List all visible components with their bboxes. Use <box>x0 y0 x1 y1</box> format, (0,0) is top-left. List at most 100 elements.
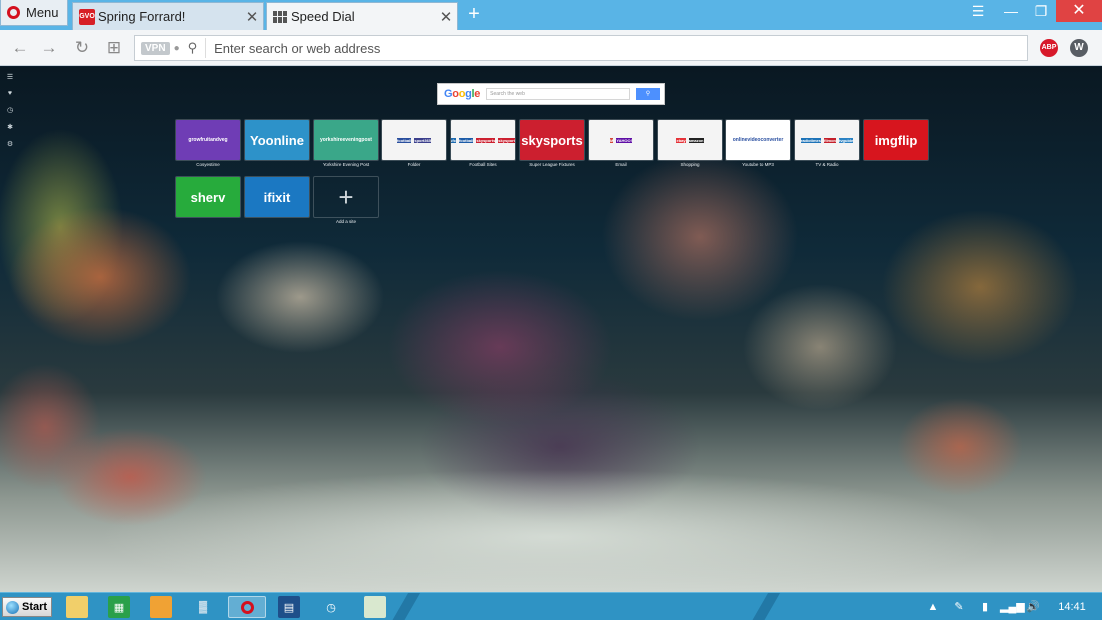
speed-dial-thumbnail[interactable]: sherv <box>176 177 240 217</box>
settings-icon[interactable]: ⚙ <box>4 140 16 148</box>
thumbnail-site-name: sherv <box>190 189 226 205</box>
speed-dial-tile[interactable]: radiotimes filmon tvguide TV & Radio <box>795 120 859 167</box>
history-icon[interactable]: ◷ <box>4 106 16 114</box>
speed-dial-thumbnail[interactable]: football sport365 <box>382 120 446 160</box>
speed-dial-grid-icon <box>273 10 287 23</box>
speed-dial-caption: Shopping <box>680 162 700 167</box>
speed-dial-caption: Cosyestime <box>196 162 220 167</box>
google-search-box: Google Search the web ⚲ <box>437 83 665 105</box>
heart-icon[interactable]: ♥ <box>4 90 16 97</box>
wifi-signal-icon[interactable]: ▂▄▆ <box>1000 598 1025 616</box>
folder-mini-thumbnail: radiotimes <box>800 137 821 143</box>
thumbnail-site-name: ifixit <box>263 189 291 205</box>
folder-mini-thumbnail: ebay <box>676 137 686 143</box>
minimize-icon[interactable]: — <box>996 0 1026 22</box>
thumbnail-site-name: yorkshireeveningpost <box>320 137 372 143</box>
store-icon[interactable]: ▦ <box>108 596 130 618</box>
speed-dial-tile[interactable]: Yoonline <box>245 120 309 162</box>
speed-dial-tile[interactable]: sherv <box>176 177 240 219</box>
new-tab-button[interactable]: + <box>462 4 486 26</box>
thumbnail-site-name: skysports <box>521 132 583 148</box>
file-explorer-icon[interactable] <box>66 596 88 618</box>
speed-dial-thumbnail[interactable]: M YAHOO! <box>589 120 653 160</box>
network-app-icon[interactable]: ▓ <box>192 596 214 618</box>
image-viewer-icon[interactable] <box>364 596 386 618</box>
folder-mini-thumbnail: YAHOO! <box>616 137 632 143</box>
folder-mini-thumbnail: lufc <box>451 137 456 143</box>
forward-arrow-icon[interactable]: → <box>37 36 61 60</box>
reload-icon[interactable]: ↻ <box>70 36 94 60</box>
speed-dial-thumbnail[interactable]: imgflip <box>864 120 928 160</box>
thumbnail-site-name: Yoonline <box>250 132 304 148</box>
maximize-icon[interactable]: ❐ <box>1026 0 1056 22</box>
back-arrow-icon[interactable]: ← <box>8 36 32 60</box>
opera-taskbar-icon[interactable] <box>228 596 266 618</box>
speed-dial-thumbnail[interactable]: onlinevideoconverter <box>726 120 790 160</box>
folder-mini-thumbnail: football <box>396 137 412 143</box>
speed-dial-tile[interactable]: ifixit <box>245 177 309 219</box>
address-bar[interactable]: VPN ● ⚲ <box>134 35 1028 61</box>
tab-menu-icon[interactable]: ☰ <box>966 0 990 22</box>
speed-dial-grid-icon[interactable]: ⊞ <box>102 36 126 60</box>
start-label: Start <box>22 601 48 613</box>
taskbar-stripe <box>751 593 781 620</box>
opera-menu-button[interactable]: Menu <box>0 0 68 26</box>
speed-dial-thumbnail[interactable]: ifixit <box>245 177 309 217</box>
speed-dial-tile[interactable]: growfruitandveg Cosyestime <box>176 120 240 167</box>
folder-mini-thumbnail: M <box>610 137 614 143</box>
tab-spring-forrard[interactable]: GVO Spring Forrard! ✕ <box>72 2 264 30</box>
start-button[interactable]: Start <box>2 597 52 617</box>
tab-title: Speed Dial <box>291 9 355 24</box>
tab-speed-dial[interactable]: Speed Dial ✕ <box>266 2 458 30</box>
speed-dial-page: ☰ ♥ ◷ ✱ ⚙ Google Search the web ⚲ growfr… <box>0 67 1102 592</box>
vpn-badge[interactable]: VPN <box>141 41 170 55</box>
speed-dial-tile[interactable]: onlinevideoconverter Youtube to MP3 <box>726 120 790 167</box>
speed-dial-tile[interactable]: skysports Super League Fixtures <box>520 120 584 167</box>
speed-dial-caption: Football Sites <box>469 162 497 167</box>
close-tab-icon[interactable]: ✕ <box>241 8 263 26</box>
volume-icon[interactable]: 🔊 <box>1024 598 1042 616</box>
tray-tool-icon[interactable]: ✎ <box>950 598 968 616</box>
folder-mini-thumbnail: sport365 <box>414 137 432 143</box>
speed-dial-thumbnail[interactable]: ebay amazon <box>658 120 722 160</box>
speed-dial-tile[interactable]: M YAHOO! Email <box>589 120 653 167</box>
sidebar: ☰ ♥ ◷ ✱ ⚙ <box>4 73 16 148</box>
speed-dial-thumbnail[interactable]: lufcfootballskysportsskysports <box>451 120 515 160</box>
speed-dial-tile[interactable]: football sport365 Folder <box>382 120 446 167</box>
google-search-button[interactable]: ⚲ <box>636 88 660 100</box>
bookmarks-icon[interactable]: ☰ <box>4 73 16 81</box>
show-hidden-icons-icon[interactable]: ▲ <box>926 598 940 616</box>
speed-dial-thumbnail[interactable]: Yoonline <box>245 120 309 160</box>
speed-dial-caption: Youtube to MP3 <box>742 162 774 167</box>
speed-dial-thumbnail[interactable]: yorkshireeveningpost <box>314 120 378 160</box>
google-search-input[interactable]: Search the web <box>486 88 630 100</box>
folder-mini-thumbnail: skysports <box>476 137 496 143</box>
navigation-bar: ← → ↻ ⊞ VPN ● ⚲ ABP W <box>0 30 1102 66</box>
app-dark-icon[interactable]: ▤ <box>278 596 300 618</box>
taskbar-stripe <box>391 593 421 620</box>
clock-app-icon[interactable]: ◷ <box>320 596 342 618</box>
extension-w-icon[interactable]: W <box>1070 39 1088 57</box>
app-orange-icon[interactable] <box>150 596 172 618</box>
extensions-icon[interactable]: ✱ <box>4 123 16 131</box>
adblock-plus-icon[interactable]: ABP <box>1040 39 1058 57</box>
window-close-icon[interactable]: ✕ <box>1056 0 1102 22</box>
thumbnail-site-name: imgflip <box>874 132 918 148</box>
close-tab-icon[interactable]: ✕ <box>435 8 457 26</box>
speed-dial-tile[interactable]: imgflip <box>864 120 928 162</box>
add-site-plus-icon[interactable]: + <box>314 177 378 217</box>
taskbar-clock[interactable]: 14:41 <box>1050 598 1094 616</box>
speed-dial-thumbnail[interactable]: growfruitandveg <box>176 120 240 160</box>
folder-mini-thumbnail: tvguide <box>839 137 854 143</box>
battery-icon[interactable]: ▮ <box>976 598 994 616</box>
speed-dial-thumbnail[interactable]: radiotimes filmon tvguide <box>795 120 859 160</box>
speed-dial-tile[interactable]: ebay amazon Shopping <box>658 120 722 167</box>
address-input[interactable] <box>214 40 1027 56</box>
speed-dial-caption: Add a site <box>335 219 356 224</box>
speed-dial-tile[interactable]: yorkshireeveningpost Yorkshire Evening Po… <box>314 120 378 167</box>
speed-dial-tile[interactable]: lufcfootballskysportsskysports Football S… <box>451 120 515 167</box>
speed-dial-tile[interactable]: + Add a site <box>314 177 378 225</box>
speed-dial-thumbnail[interactable]: skysports <box>520 120 584 160</box>
speed-dial-caption: Folder <box>407 162 421 167</box>
gvo-favicon-icon: GVO <box>79 8 95 25</box>
